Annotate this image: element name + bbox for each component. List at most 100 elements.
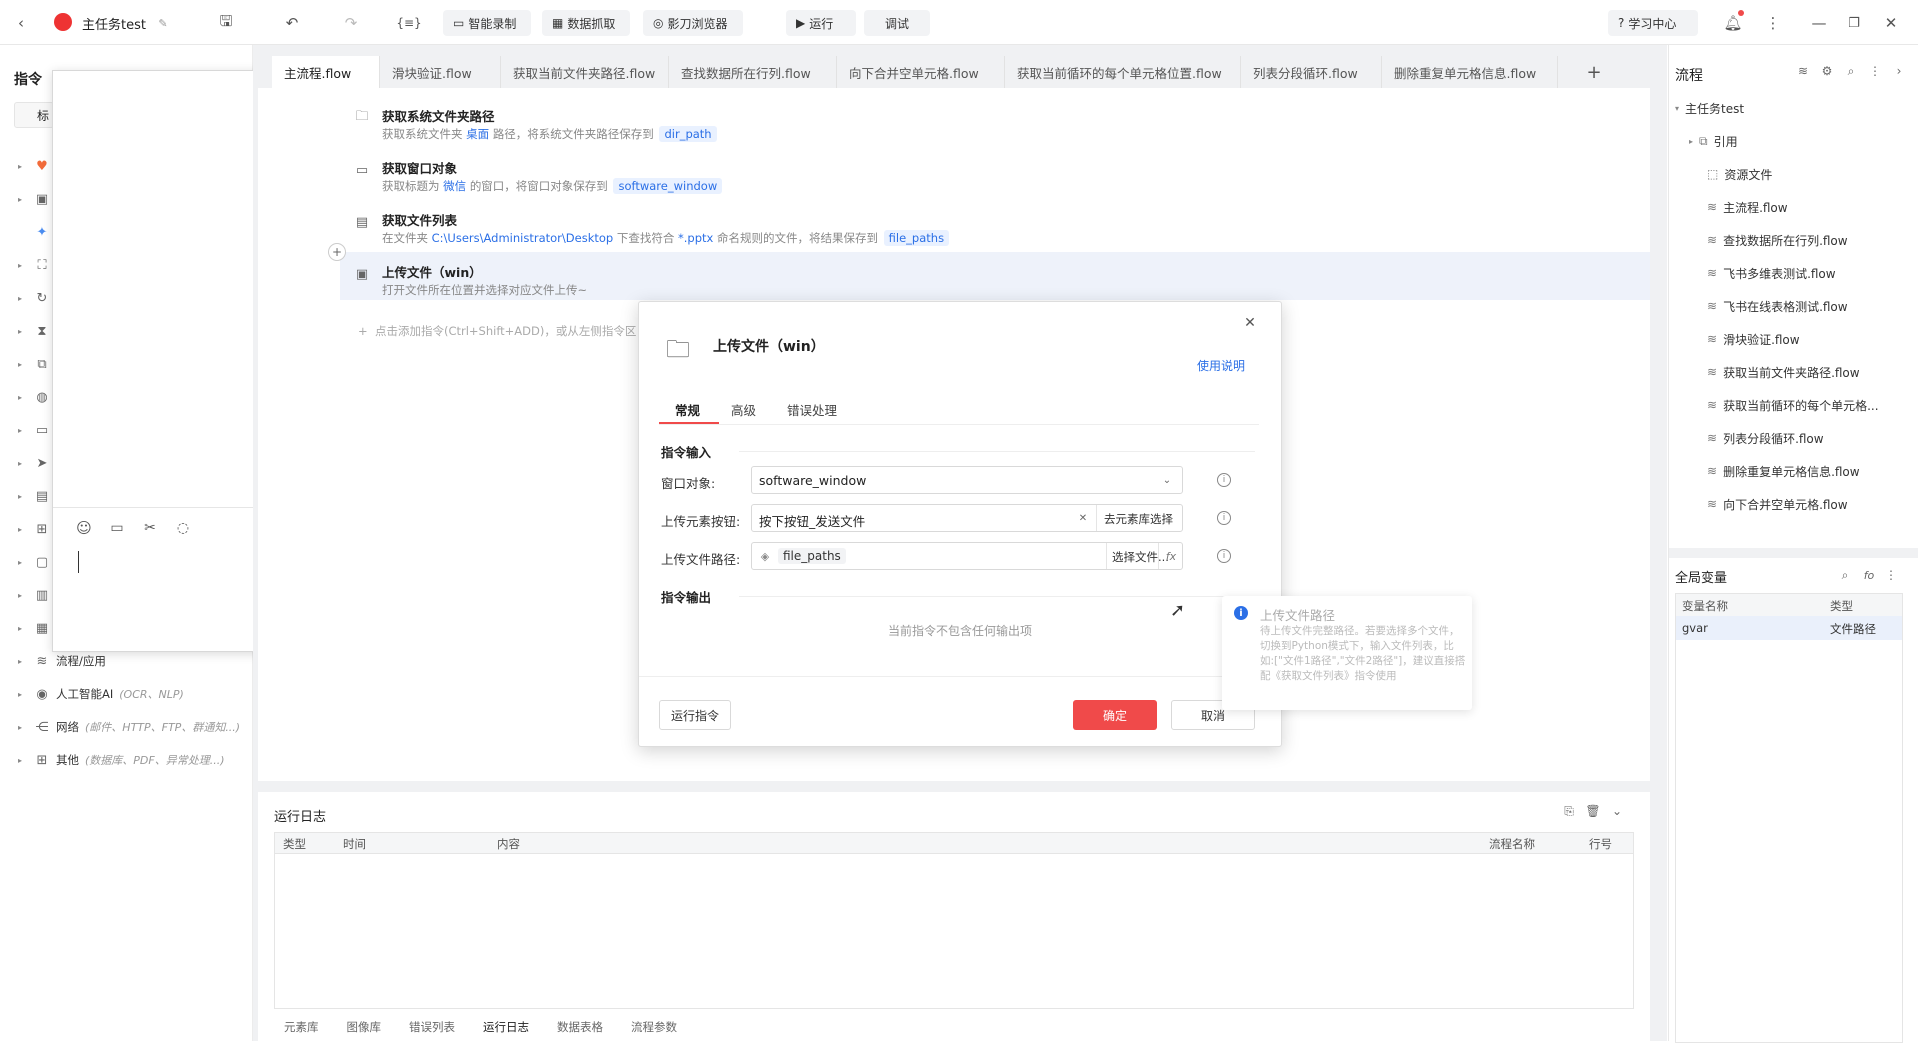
search-icon[interactable]: ⌕ xyxy=(1837,567,1853,583)
data-capture-button[interactable]: ▦ 数据抓取 xyxy=(542,10,630,36)
save-icon[interactable]: 🖫 xyxy=(215,12,237,34)
undo-icon[interactable]: ↶ xyxy=(281,12,303,34)
category-14[interactable]: ▸ ▥ xyxy=(18,584,50,606)
trash-icon[interactable]: 🗑︎ xyxy=(1584,802,1602,820)
confirm-button[interactable]: 确定 xyxy=(1073,700,1157,730)
tree-item-flow[interactable]: ≋ 向下合并空单元格.flow xyxy=(1707,493,1848,515)
tab-flow[interactable]: 获取当前循环的每个单元格位置.flow xyxy=(1005,56,1241,88)
category-5[interactable]: ▸ ↻ xyxy=(18,287,50,309)
select-file-button[interactable]: 选择文件... xyxy=(1112,549,1169,565)
step-row-selected[interactable]: ▣ 上传文件（win） 打开文件所在位置并选择对应文件上传~ xyxy=(340,252,1650,300)
function-icon[interactable]: fx xyxy=(1164,549,1178,563)
category-7[interactable]: ▸ ⧉ xyxy=(18,353,50,375)
tab-image-lib[interactable]: 图像库 xyxy=(347,1019,382,1035)
tab-general[interactable]: 常规 xyxy=(675,400,700,419)
more-icon[interactable]: ⋮ xyxy=(1867,63,1883,79)
emoji-icon[interactable]: ☺ xyxy=(75,519,93,537)
category-3[interactable]: ✦ xyxy=(18,221,50,243)
tree-item-flow[interactable]: ≋ 飞书在线表格测试.flow xyxy=(1707,295,1848,317)
insert-step-icon[interactable]: + xyxy=(328,243,346,261)
tree-item-flow[interactable]: ≋ 主流程.flow xyxy=(1707,196,1788,218)
folder-icon[interactable]: ▭ xyxy=(108,519,126,537)
tree-item-flow[interactable]: ≋ 滑块验证.flow xyxy=(1707,328,1800,350)
step-row[interactable]: 🗀︎ 获取系统文件夹路径 获取系统文件夹 桌面 路径，将系统文件夹路径保存到 d… xyxy=(340,96,1650,144)
tree-root[interactable]: ▾ 主任务test xyxy=(1675,97,1744,119)
run-button[interactable]: ▶ 运行 xyxy=(786,10,856,36)
tab-flow[interactable]: 获取当前文件夹路径.flow xyxy=(501,56,669,88)
step-row[interactable]: ▭ 获取窗口对象 获取标题为 微信 的窗口，将窗口对象保存到 software_… xyxy=(340,148,1650,196)
add-flow-icon[interactable]: ≋ xyxy=(1795,63,1811,79)
tree-item-flow[interactable]: ≋ 获取当前循环的每个单元格... xyxy=(1707,394,1879,416)
tab-advanced[interactable]: 高级 xyxy=(731,400,756,419)
add-command-hint[interactable]: + 点击添加指令(Ctrl+Shift+ADD)，或从左侧指令区 xyxy=(358,323,636,339)
debug-button[interactable]: 调试 xyxy=(864,10,930,36)
category-network[interactable]: ▸ ⋲ 网络 (邮件、HTTP、FTP、群通知...) xyxy=(18,716,240,738)
tab-flow[interactable]: 删除重复单元格信息.flow xyxy=(1382,56,1558,88)
category-2[interactable]: ▸ ▣ xyxy=(18,188,50,210)
tree-item-flow[interactable]: ≋ 获取当前文件夹路径.flow xyxy=(1707,361,1860,383)
category-15[interactable]: ▸ ▦ xyxy=(18,617,50,639)
redo-icon[interactable]: ↷ xyxy=(340,12,362,34)
scissors-icon[interactable]: ✂ xyxy=(141,519,159,537)
tree-item-flow[interactable]: ≋ 查找数据所在行列.flow xyxy=(1707,229,1848,251)
upload-button-field[interactable]: 按下按钮_发送文件 ✕ 去元素库选择 xyxy=(751,504,1183,532)
category-favorites[interactable]: ▸ ♥ xyxy=(18,155,50,177)
tab-data-table[interactable]: 数据表格 xyxy=(557,1019,603,1035)
info-icon[interactable]: i xyxy=(1217,549,1231,563)
text-cursor[interactable] xyxy=(78,551,79,573)
tree-item-resource[interactable]: ⬚ 资源文件 xyxy=(1707,163,1772,185)
tab-run-log[interactable]: 运行日志 xyxy=(483,1019,529,1035)
tab-element-lib[interactable]: 元素库 xyxy=(284,1019,319,1035)
tab-flow[interactable]: 向下合并空单元格.flow xyxy=(837,56,1005,88)
tab-flow[interactable]: 滑块验证.flow xyxy=(380,56,501,88)
tab-flow-params[interactable]: 流程参数 xyxy=(631,1019,677,1035)
tab-error-list[interactable]: 错误列表 xyxy=(409,1019,455,1035)
smart-record-button[interactable]: ▭ 智能录制 xyxy=(443,10,531,36)
variable-icon[interactable]: {≡} xyxy=(396,12,421,34)
category-ai[interactable]: ▸ ◉ 人工智能AI (OCR、NLP) xyxy=(18,683,184,705)
collapse-icon[interactable]: › xyxy=(1891,63,1907,79)
var-row[interactable]: gvar 文件路径 xyxy=(1676,616,1902,640)
tree-item-flow[interactable]: ≋ 列表分段循环.flow xyxy=(1707,427,1824,449)
category-11[interactable]: ▸ ▤ xyxy=(18,485,50,507)
edit-icon[interactable]: ✎ xyxy=(152,12,174,34)
tab-main-flow[interactable]: 主流程.flow xyxy=(272,56,380,88)
tab-error-handling[interactable]: 错误处理 xyxy=(787,400,837,419)
category-12[interactable]: ▸ ⊞ xyxy=(18,518,50,540)
back-icon[interactable]: ‹ xyxy=(10,12,32,34)
category-flow-app[interactable]: ▸ ≋ 流程/应用 xyxy=(18,650,106,672)
search-icon[interactable]: ⌕ xyxy=(1843,63,1859,79)
tree-item-flow[interactable]: ≋ 删除重复单元格信息.flow xyxy=(1707,460,1860,482)
category-4[interactable]: ▸ ⛶ xyxy=(18,254,50,276)
browser-button[interactable]: ◎ 影刀浏览器 xyxy=(643,10,743,36)
chevron-down-icon[interactable]: ⌄ xyxy=(1608,802,1626,820)
chat-bubble-icon[interactable]: ◌ xyxy=(174,519,192,537)
learning-center-button[interactable]: ? 学习中心 xyxy=(1608,10,1698,36)
tab-flow[interactable]: 查找数据所在行列.flow xyxy=(669,56,837,88)
search-tab[interactable]: 标 xyxy=(14,102,54,128)
window-object-select[interactable]: software_window ⌄ xyxy=(751,466,1183,494)
settings-icon[interactable]: ⚙ xyxy=(1819,63,1835,79)
help-link[interactable]: 使用说明 xyxy=(1197,357,1245,374)
category-6[interactable]: ▸ ⧗ xyxy=(18,320,50,342)
function-icon[interactable]: fo xyxy=(1861,567,1877,583)
more-icon[interactable]: ⋮ xyxy=(1883,567,1899,583)
python-icon[interactable]: ◈ xyxy=(758,549,772,563)
file-path-field[interactable]: ◈ file_paths 选择文件... fx xyxy=(751,542,1183,570)
add-tab-icon[interactable]: + xyxy=(1584,62,1604,83)
category-other[interactable]: ▸ ⊞ 其他 (数据库、PDF、异常处理...) xyxy=(18,749,225,771)
tab-flow[interactable]: 列表分段循环.flow xyxy=(1241,56,1382,88)
category-8[interactable]: ▸ ◍ xyxy=(18,386,50,408)
run-command-button[interactable]: 运行指令 xyxy=(659,700,731,730)
export-log-icon[interactable]: ⎘ xyxy=(1560,802,1578,820)
category-9[interactable]: ▸ ▭ xyxy=(18,419,50,441)
tree-item-ref[interactable]: ▸ ⧉ 引用 xyxy=(1689,130,1738,152)
minimize-icon[interactable]: — xyxy=(1808,12,1830,34)
pick-element-button[interactable]: 去元素库选择 xyxy=(1104,511,1173,527)
clear-icon[interactable]: ✕ xyxy=(1076,511,1090,525)
step-row[interactable]: ▤ 获取文件列表 在文件夹 C:\Users\Administrator\Des… xyxy=(340,200,1650,248)
more-icon[interactable]: ⋮ xyxy=(1762,12,1784,34)
info-icon[interactable]: i xyxy=(1217,473,1231,487)
close-icon[interactable]: ✕ xyxy=(1241,314,1259,332)
category-10[interactable]: ▸ ➤ xyxy=(18,452,50,474)
